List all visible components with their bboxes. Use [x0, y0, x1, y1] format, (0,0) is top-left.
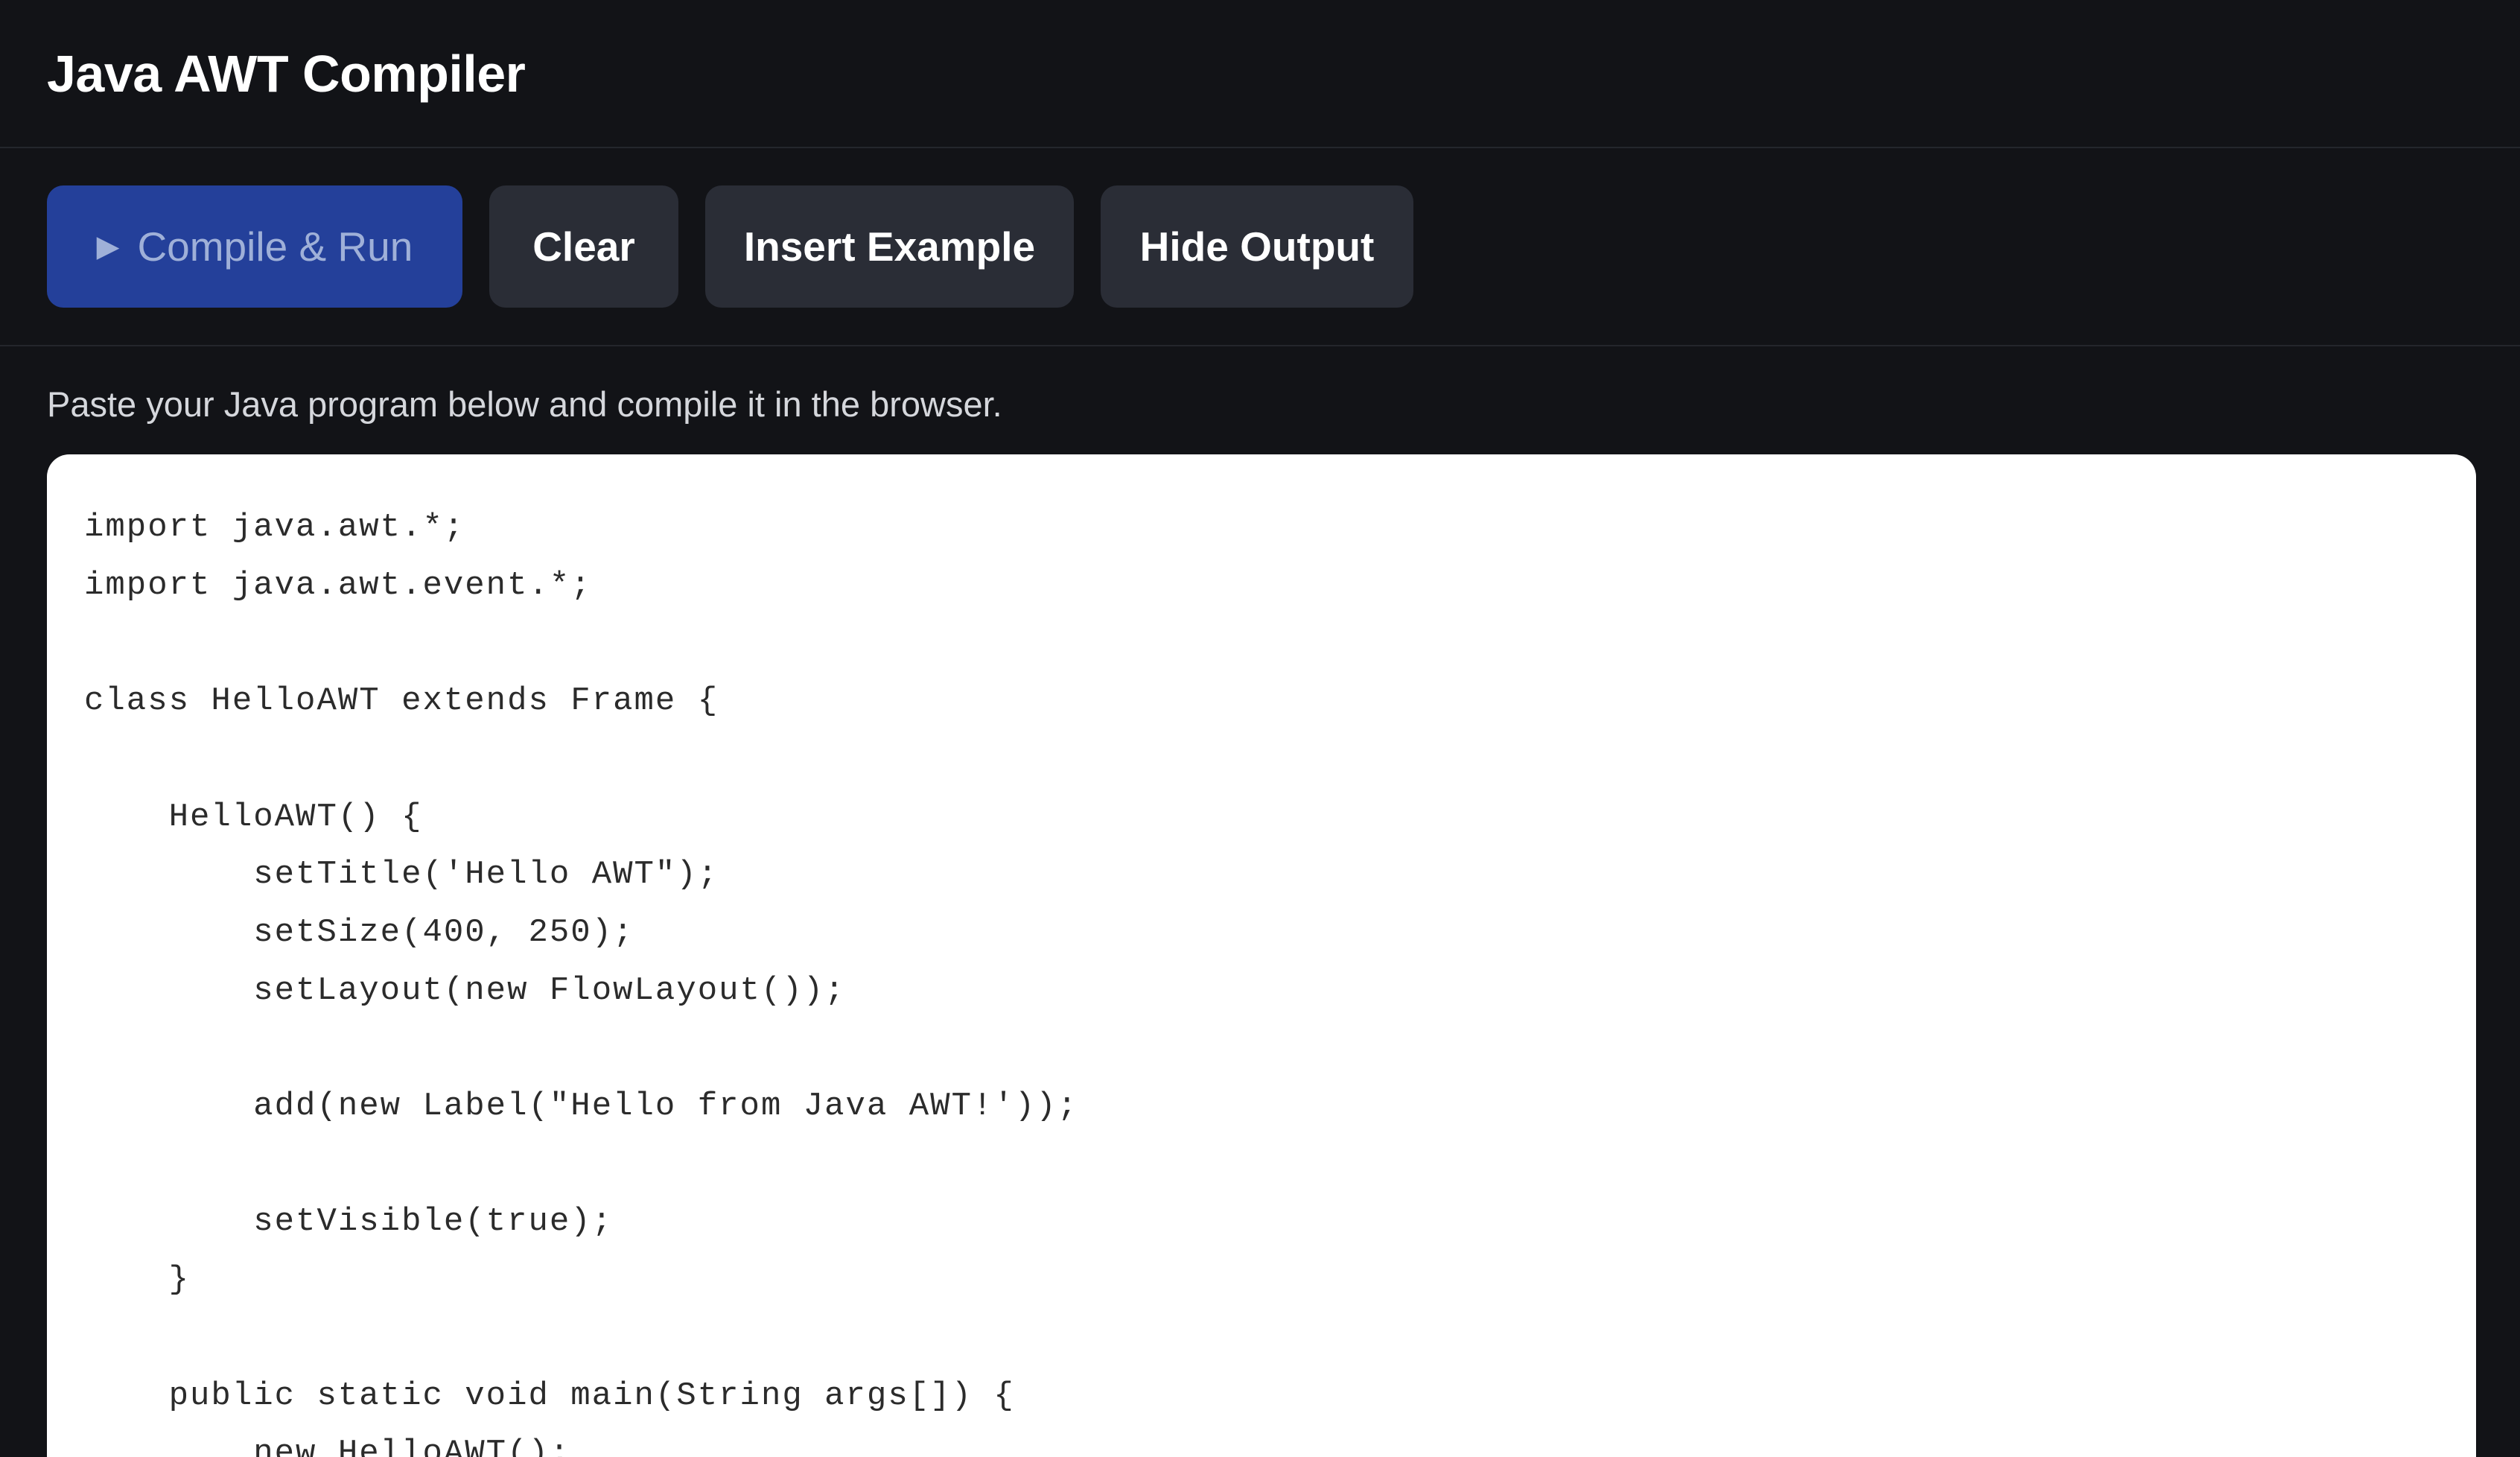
play-icon: ▶ — [96, 230, 120, 263]
app-window: Java AWT Compiler ▶ Compile & Run Clear … — [0, 0, 2520, 1457]
clear-button[interactable]: Clear — [489, 185, 678, 308]
code-content[interactable]: import java.awt.*; import java.awt.event… — [84, 499, 1078, 1457]
toolbar: ▶ Compile & Run Clear Insert Example Hid… — [0, 148, 2520, 346]
compile-run-label: Compile & Run — [137, 223, 413, 270]
hide-output-label: Hide Output — [1139, 223, 1375, 270]
clear-label: Clear — [532, 223, 635, 270]
hide-output-button[interactable]: Hide Output — [1101, 185, 1413, 308]
compile-run-button[interactable]: ▶ Compile & Run — [47, 185, 462, 308]
insert-example-button[interactable]: Insert Example — [705, 185, 1074, 308]
header: Java AWT Compiler — [0, 0, 2520, 148]
instruction-text: Paste your Java program below and compil… — [47, 384, 1002, 424]
code-editor[interactable]: import java.awt.*; import java.awt.event… — [47, 454, 2476, 1457]
insert-example-label: Insert Example — [743, 223, 1036, 270]
page-title: Java AWT Compiler — [47, 45, 526, 103]
